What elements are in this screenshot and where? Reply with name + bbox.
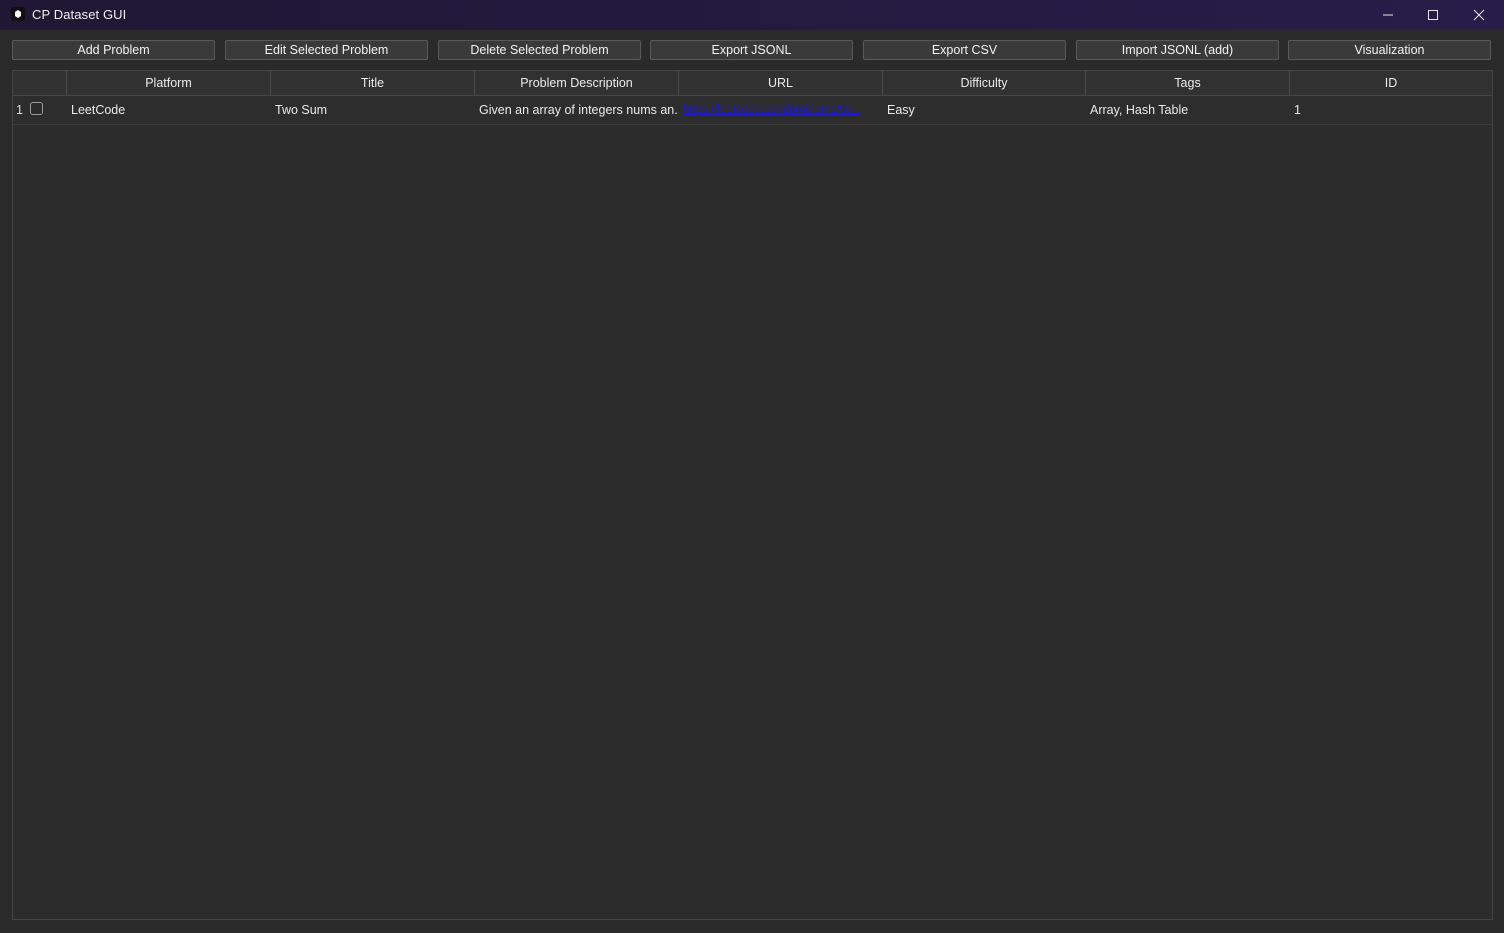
header-corner[interactable]	[13, 71, 67, 95]
maximize-button[interactable]	[1410, 0, 1456, 30]
visualization-button[interactable]: Visualization	[1288, 40, 1491, 60]
delete-selected-problem-button[interactable]: Delete Selected Problem	[438, 40, 641, 60]
cell-difficulty[interactable]: Easy	[883, 96, 1086, 124]
table-header: Platform Title Problem Description URL D…	[13, 71, 1492, 96]
close-button[interactable]	[1456, 0, 1502, 30]
cell-url-link[interactable]: https://leetcode.com/problems/tw...	[679, 96, 883, 124]
row-number: 1	[16, 103, 23, 117]
minimize-button[interactable]	[1365, 0, 1411, 30]
cell-tags[interactable]: Array, Hash Table	[1086, 96, 1290, 124]
table-row[interactable]: 1 LeetCode Two Sum Given an array of int…	[13, 96, 1492, 125]
import-jsonl-button[interactable]: Import JSONL (add)	[1076, 40, 1279, 60]
edit-selected-problem-button[interactable]: Edit Selected Problem	[225, 40, 428, 60]
cell-platform[interactable]: LeetCode	[67, 96, 271, 124]
close-icon	[1473, 9, 1485, 21]
column-header-difficulty[interactable]: Difficulty	[883, 71, 1086, 95]
toolbar: Add Problem Edit Selected Problem Delete…	[12, 40, 1492, 62]
row-select-checkbox[interactable]	[30, 102, 43, 115]
column-header-description[interactable]: Problem Description	[475, 71, 679, 95]
cell-id[interactable]: 1	[1290, 96, 1492, 124]
column-header-tags[interactable]: Tags	[1086, 71, 1290, 95]
window-title: CP Dataset GUI	[32, 7, 127, 22]
column-header-platform[interactable]: Platform	[67, 71, 271, 95]
maximize-icon	[1428, 10, 1438, 20]
column-header-title[interactable]: Title	[271, 71, 475, 95]
cell-title[interactable]: Two Sum	[271, 96, 475, 124]
minimize-icon	[1383, 14, 1393, 16]
problems-table: Platform Title Problem Description URL D…	[12, 70, 1493, 920]
column-header-id[interactable]: ID	[1290, 71, 1492, 95]
cell-description[interactable]: Given an array of integers nums an...	[475, 96, 679, 124]
export-jsonl-button[interactable]: Export JSONL	[650, 40, 853, 60]
app-window: CP Dataset GUI Add Problem Edit Selected…	[0, 0, 1504, 933]
column-header-url[interactable]: URL	[679, 71, 883, 95]
export-csv-button[interactable]: Export CSV	[863, 40, 1066, 60]
app-icon	[11, 7, 25, 21]
add-problem-button[interactable]: Add Problem	[12, 40, 215, 60]
title-bar[interactable]: CP Dataset GUI	[0, 0, 1504, 30]
